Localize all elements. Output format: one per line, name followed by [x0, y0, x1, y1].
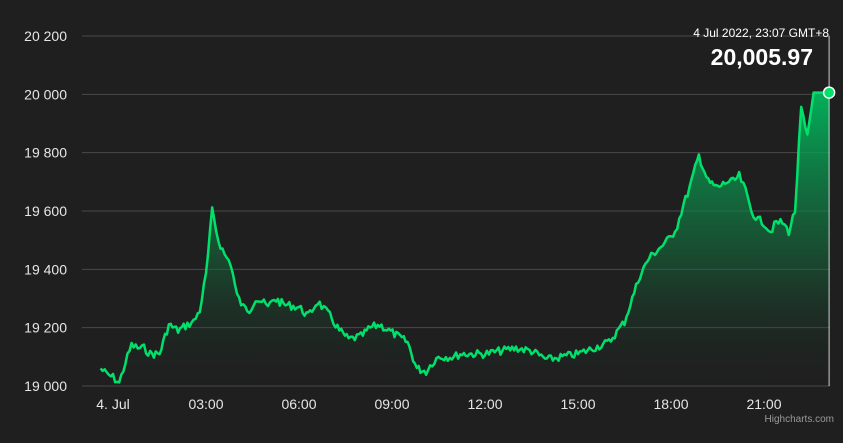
tooltip-value: 20,005.97	[710, 44, 813, 70]
x-tick-label: 12:00	[467, 396, 502, 412]
x-tick-label: 03:00	[188, 396, 223, 412]
tooltip-date: 4 Jul 2022, 23:07 GMT+8	[693, 26, 829, 40]
y-tick-label: 19 400	[24, 261, 67, 277]
hover-marker[interactable]	[822, 86, 836, 99]
x-tick-label: 18:00	[653, 396, 688, 412]
y-axis: 19 000 19 200 19 400 19 600 19 800 20 000 20 2…	[24, 28, 67, 394]
credits-link[interactable]: Highcharts.com	[765, 414, 834, 425]
x-tick-label: 15:00	[560, 396, 595, 412]
x-tick-label: 06:00	[281, 396, 316, 412]
y-tick-label: 19 200	[24, 320, 67, 336]
x-tick-label: 4. Jul	[96, 396, 129, 412]
y-tick-label: 19 000	[24, 378, 67, 394]
y-tick-label: 19 600	[24, 203, 67, 219]
y-tick-label: 19 800	[24, 145, 67, 161]
x-axis: 4. Jul 03:00 06:00 09:00 12:00 15:00 18:00 21:0…	[96, 396, 781, 412]
y-tick-label: 20 000	[24, 86, 67, 102]
x-tick-label: 21:00	[746, 396, 781, 412]
x-tick-label: 09:00	[374, 396, 409, 412]
y-tick-label: 20 200	[24, 28, 67, 44]
